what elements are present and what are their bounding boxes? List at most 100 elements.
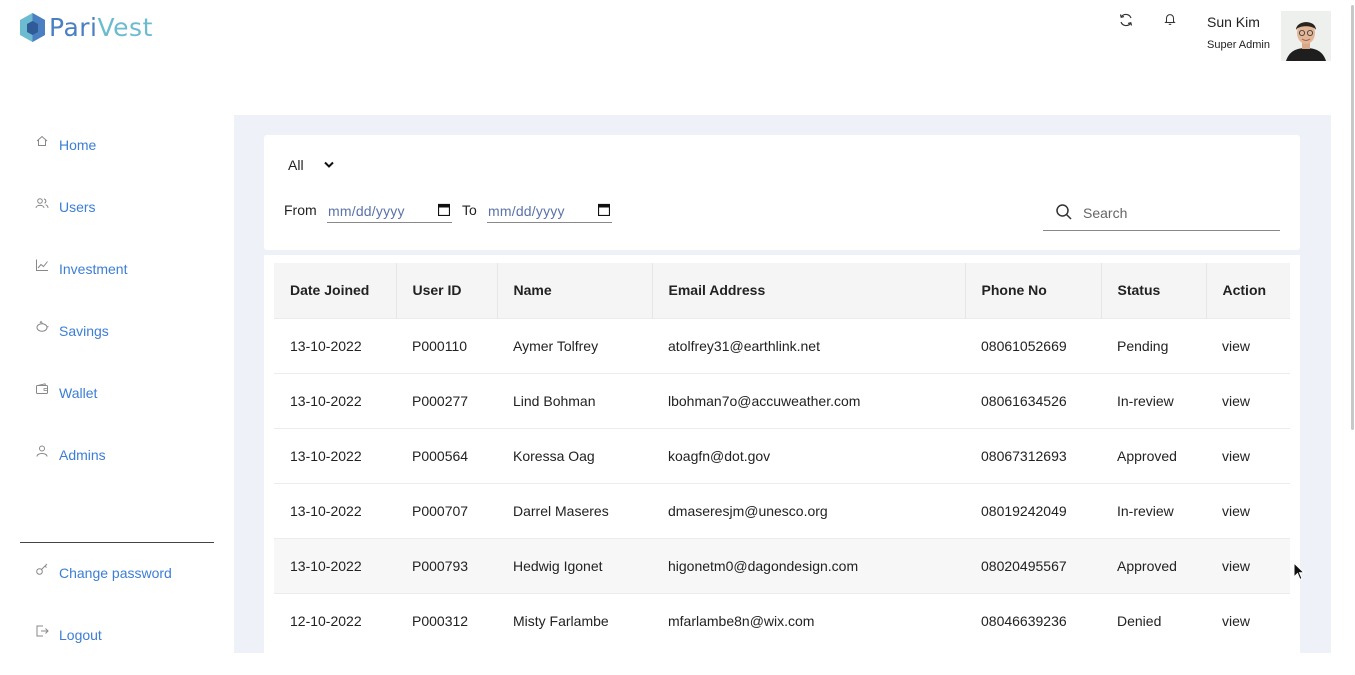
chart-icon	[35, 258, 49, 272]
users-table-card: Date Joined User ID Name Email Address P…	[264, 255, 1300, 675]
table-row: 13-10-2022 P000277 Lind Bohman lbohman7o…	[274, 372, 1290, 428]
table-row: 13-10-2022 P000110 Aymer Tolfrey atolfre…	[274, 317, 1290, 373]
user-icon	[35, 444, 49, 458]
cell-date-joined: 13-10-2022	[274, 372, 396, 428]
filter-card: All From mm/dd/yyyy To mm/dd/yyyy	[264, 135, 1300, 250]
view-link[interactable]: view	[1222, 558, 1250, 574]
view-link[interactable]: view	[1222, 503, 1250, 519]
avatar[interactable]	[1281, 11, 1331, 61]
cell-date-joined: 13-10-2022	[274, 427, 396, 483]
table-row: 13-10-2022 P000793 Hedwig Igonet higonet…	[274, 537, 1290, 593]
sidebar-item-label: Wallet	[59, 385, 98, 401]
cell-status: In-review	[1101, 372, 1206, 428]
table-row: 13-10-2022 P000707 Darrel Maseres dmaser…	[274, 482, 1290, 538]
column-header-status[interactable]: Status	[1101, 263, 1207, 318]
sidebar-item-label: Savings	[59, 323, 109, 339]
sidebar-item-wallet[interactable]: Wallet	[35, 383, 98, 401]
sidebar-item-label: Home	[59, 137, 97, 153]
cell-phone: 08067312693	[965, 427, 1101, 483]
cell-status: Approved	[1101, 537, 1206, 593]
sidebar-item-savings[interactable]: Savings	[35, 320, 109, 339]
search-box[interactable]	[1043, 195, 1280, 231]
view-link[interactable]: view	[1222, 338, 1250, 354]
cell-user-id: P000564	[396, 427, 497, 483]
page-scrollbar[interactable]	[1350, 0, 1355, 653]
chevron-down-icon	[323, 161, 334, 168]
sidebar-item-investment[interactable]: Investment	[35, 258, 128, 277]
sidebar-divider	[20, 542, 214, 543]
column-header-phone[interactable]: Phone No	[965, 263, 1102, 318]
main-content: All From mm/dd/yyyy To mm/dd/yyyy Date J…	[234, 115, 1331, 675]
sidebar-item-users[interactable]: Users	[35, 196, 96, 215]
mouse-cursor-icon	[1293, 562, 1305, 581]
logout-icon	[35, 624, 49, 638]
hexagon-logo-icon	[20, 13, 45, 42]
sidebar-item-logout[interactable]: Logout	[35, 624, 102, 643]
cell-status: Approved	[1101, 427, 1206, 483]
sidebar-item-admins[interactable]: Admins	[35, 444, 106, 463]
user-name: Sun Kim	[1207, 14, 1260, 30]
column-header-name[interactable]: Name	[497, 263, 653, 318]
cell-date-joined: 12-10-2022	[274, 592, 396, 648]
cell-name: Koressa Oag	[497, 427, 652, 483]
cell-name: Lind Bohman	[497, 372, 652, 428]
cell-user-id: P000277	[396, 372, 497, 428]
calendar-icon[interactable]	[438, 203, 450, 216]
cell-status: Denied	[1101, 592, 1206, 648]
cell-phone: 08019242049	[965, 482, 1101, 538]
bell-icon[interactable]	[1163, 12, 1179, 28]
cell-email: koagfn@dot.gov	[652, 427, 965, 483]
cell-email: mfarlambe8n@wix.com	[652, 592, 965, 648]
cell-user-id: P000793	[396, 537, 497, 593]
cell-email: atolfrey31@earthlink.net	[652, 317, 965, 373]
scrollbar-thumb[interactable]	[1351, 5, 1354, 430]
cell-date-joined: 13-10-2022	[274, 537, 396, 593]
column-header-email[interactable]: Email Address	[652, 263, 966, 318]
user-role: Super Admin	[1207, 39, 1270, 51]
search-input[interactable]	[1083, 202, 1273, 224]
cell-email: lbohman7o@accuweather.com	[652, 372, 965, 428]
view-link[interactable]: view	[1222, 448, 1250, 464]
brand-logo[interactable]: PariVest	[19, 12, 153, 43]
sidebar-item-home[interactable]: Home	[35, 134, 97, 153]
calendar-icon[interactable]	[598, 203, 610, 216]
column-header-action: Action	[1206, 263, 1290, 318]
refresh-icon[interactable]	[1118, 12, 1134, 28]
cell-email: dmaseresjm@unesco.org	[652, 482, 965, 538]
from-date-input[interactable]: mm/dd/yyyy	[327, 199, 452, 223]
table-header-row: Date Joined User ID Name Email Address P…	[274, 263, 1290, 318]
piggy-bank-icon	[35, 320, 49, 334]
column-header-date-joined[interactable]: Date Joined	[274, 263, 397, 318]
to-date-placeholder: mm/dd/yyyy	[488, 202, 565, 219]
status-filter-select[interactable]: All	[288, 157, 334, 173]
cell-phone: 08046639236	[965, 592, 1101, 648]
users-table: Date Joined User ID Name Email Address P…	[274, 263, 1290, 648]
sidebar-item-label: Admins	[59, 447, 106, 463]
view-link[interactable]: view	[1222, 613, 1250, 629]
sidebar-item-change-password[interactable]: Change password	[35, 562, 172, 581]
cell-name: Darrel Maseres	[497, 482, 652, 538]
cell-phone: 08061052669	[965, 317, 1101, 373]
cell-action: view	[1206, 317, 1290, 373]
sidebar-item-label: Logout	[59, 627, 102, 643]
cell-name: Misty Farlambe	[497, 592, 652, 648]
status-filter-value: All	[288, 157, 304, 173]
view-link[interactable]: view	[1222, 393, 1250, 409]
cell-phone: 08020495567	[965, 537, 1101, 593]
key-icon	[35, 562, 49, 576]
sidebar-item-label: Investment	[59, 261, 128, 277]
to-date-input[interactable]: mm/dd/yyyy	[487, 199, 612, 223]
sidebar-item-label: Users	[59, 199, 96, 215]
cell-date-joined: 13-10-2022	[274, 482, 396, 538]
table-row: 12-10-2022 P000312 Misty Farlambe mfarla…	[274, 592, 1290, 648]
cell-user-id: P000312	[396, 592, 497, 648]
top-bar: PariVest Sun Kim Super Admin	[0, 0, 1355, 70]
cell-name: Hedwig Igonet	[497, 537, 652, 593]
cell-action: view	[1206, 482, 1290, 538]
column-header-user-id[interactable]: User ID	[396, 263, 498, 318]
home-icon	[35, 134, 49, 148]
from-date-placeholder: mm/dd/yyyy	[328, 202, 405, 219]
users-icon	[35, 196, 49, 210]
cell-email: higonetm0@dagondesign.com	[652, 537, 965, 593]
cell-user-id: P000110	[396, 317, 497, 373]
